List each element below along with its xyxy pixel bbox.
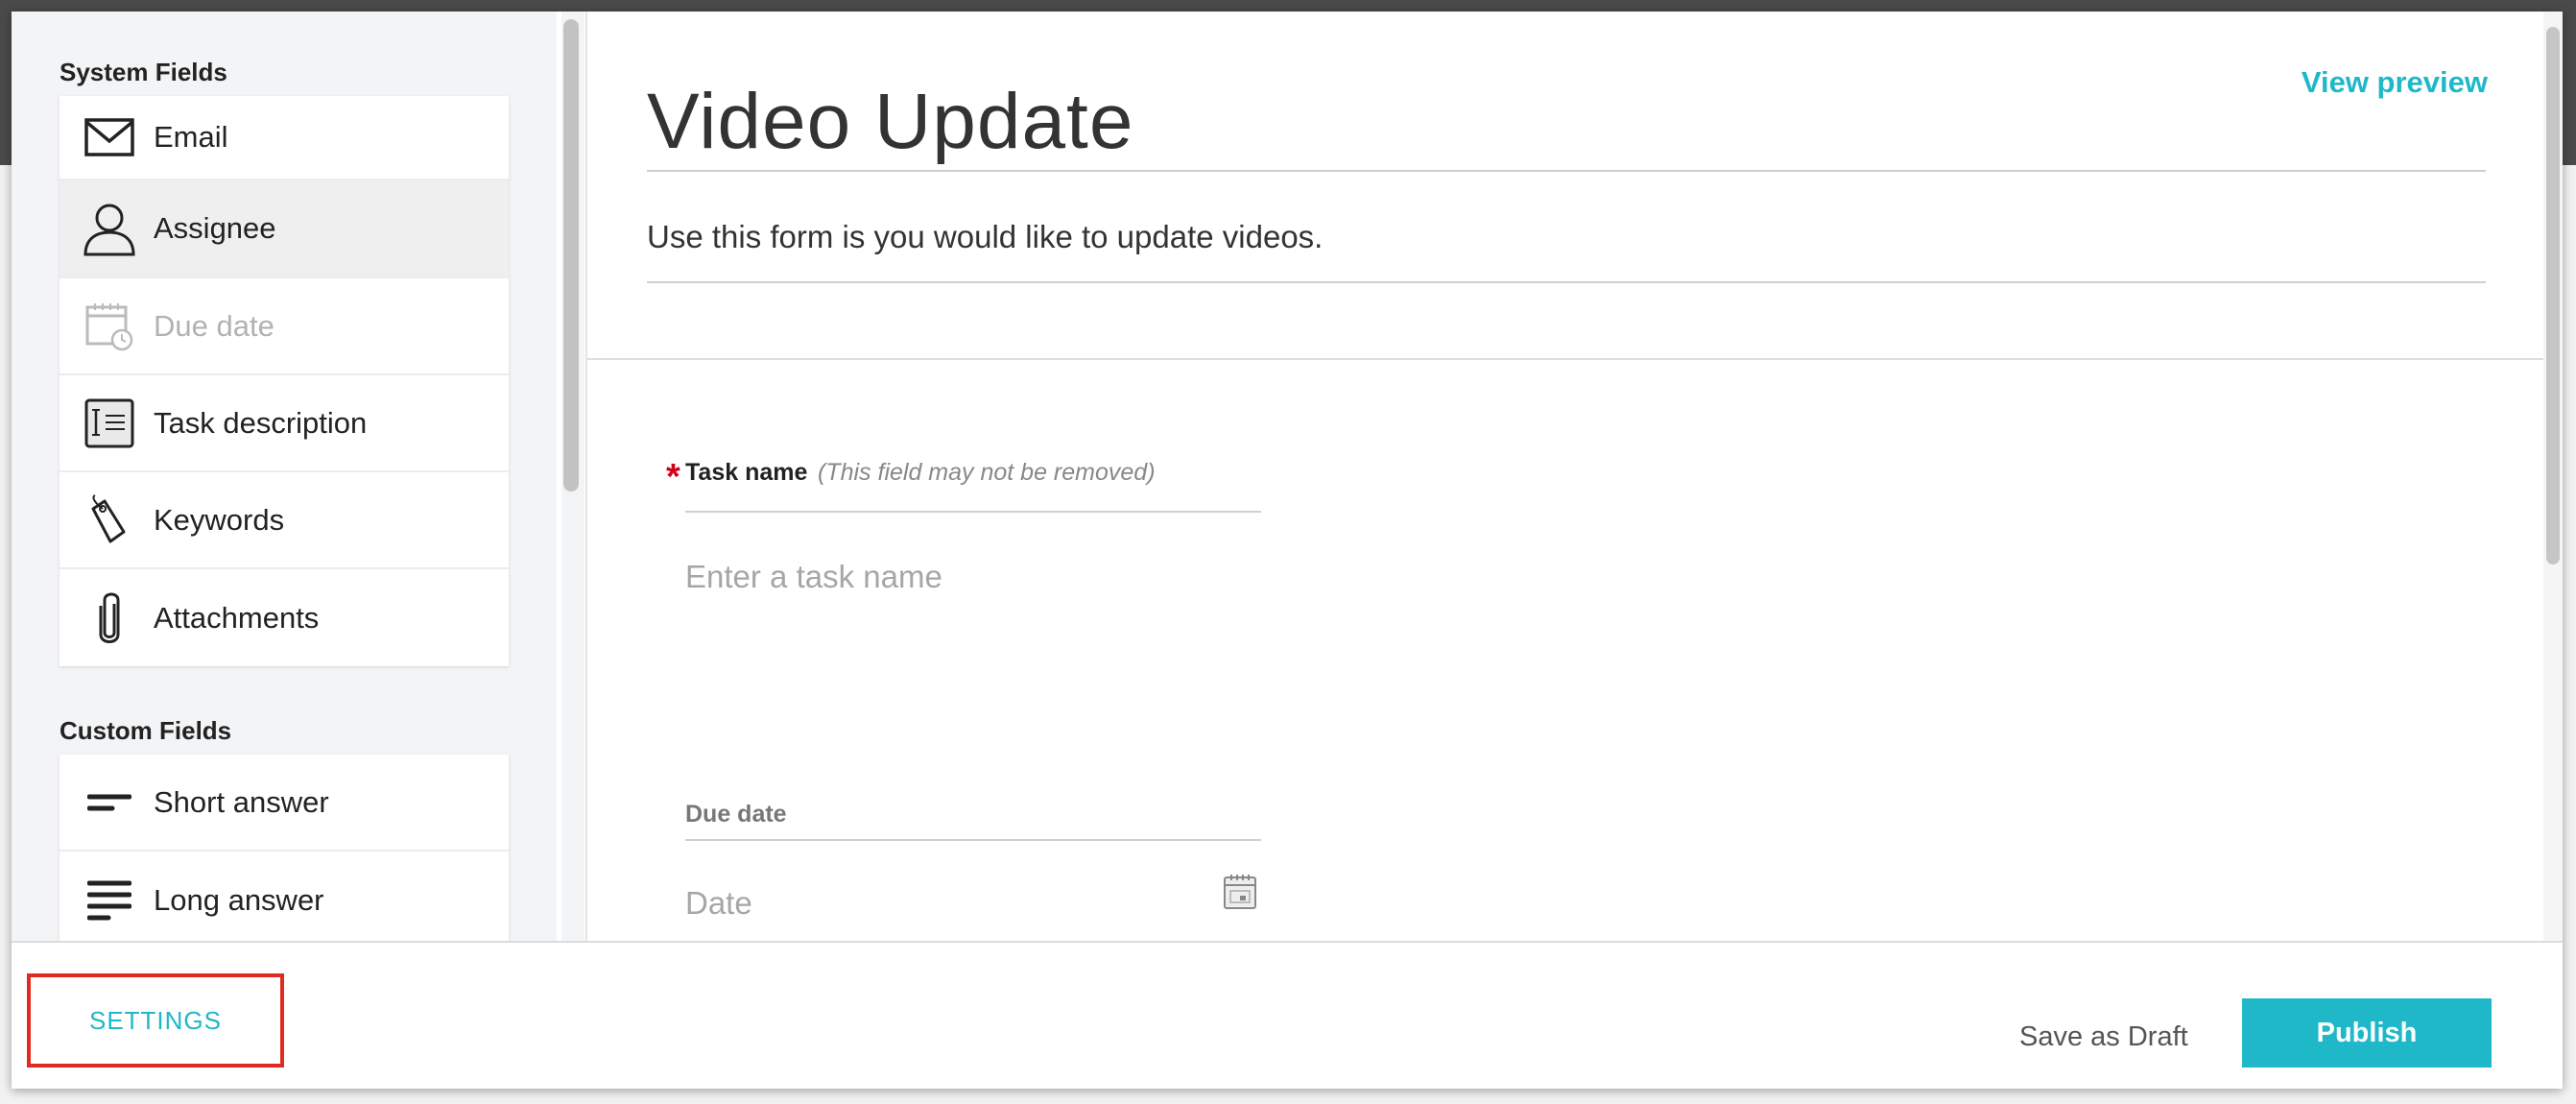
publish-button[interactable]: Publish <box>2242 998 2492 1068</box>
divider <box>587 358 2545 360</box>
sidebar-scrollbar-thumb[interactable] <box>563 19 579 492</box>
task-name-note: (This field may not be removed) <box>818 459 1156 486</box>
sidebar-item-assignee[interactable]: Assignee <box>60 180 509 278</box>
text-block-icon <box>83 396 136 450</box>
task-name-label: Task name <box>685 459 808 486</box>
long-lines-icon <box>83 874 136 927</box>
sidebar-item-email[interactable]: Email <box>60 96 509 180</box>
sidebar-item-label: Email <box>154 120 228 154</box>
sidebar-item-due-date[interactable]: Due date <box>60 278 509 375</box>
view-preview-link[interactable]: View preview <box>2302 65 2488 100</box>
sidebar-item-label: Short answer <box>154 784 329 819</box>
sidebar-item-keywords[interactable]: Keywords <box>60 472 509 569</box>
sidebar-item-long-answer[interactable]: Long answer <box>60 852 509 941</box>
custom-fields-list: Short answer Long answer <box>60 755 509 941</box>
form-canvas: Video Update View preview Use this form … <box>585 12 2545 941</box>
divider <box>685 839 1261 841</box>
custom-fields-title: Custom Fields <box>60 716 232 745</box>
sidebar-item-label: Due date <box>154 308 274 343</box>
sidebar-item-short-answer[interactable]: Short answer <box>60 755 509 852</box>
form-builder-modal: System Fields Email Assignee Due date Ta… <box>12 12 2563 1089</box>
system-fields-title: System Fields <box>60 58 227 86</box>
divider <box>647 170 2486 172</box>
calendar-icon[interactable] <box>1223 873 1257 911</box>
main-scrollbar-thumb[interactable] <box>2546 27 2560 564</box>
tag-icon <box>83 493 136 547</box>
sidebar-item-label: Attachments <box>154 600 320 635</box>
sidebar-item-label: Long answer <box>154 882 324 917</box>
person-icon <box>83 202 136 256</box>
divider <box>647 281 2486 283</box>
due-date-input[interactable]: Date <box>685 885 752 922</box>
sidebar-item-attachments[interactable]: Attachments <box>60 569 509 666</box>
task-name-input[interactable]: Enter a task name <box>685 559 942 595</box>
paperclip-icon <box>83 591 136 645</box>
sidebar-item-label: Keywords <box>154 502 285 537</box>
modal-footer: SETTINGS Save as Draft Publish <box>12 941 2563 1089</box>
form-title[interactable]: Video Update <box>647 77 1133 167</box>
short-lines-icon <box>83 776 136 829</box>
calendar-icon <box>83 300 136 353</box>
settings-button[interactable]: SETTINGS <box>31 977 280 1064</box>
sidebar-item-label: Task description <box>154 405 368 440</box>
sidebar-item-label: Assignee <box>154 211 276 245</box>
save-draft-button[interactable]: Save as Draft <box>2019 1021 2188 1053</box>
sidebar-item-task-description[interactable]: Task description <box>60 375 509 472</box>
due-date-label: Due date <box>685 801 787 828</box>
divider <box>685 511 1261 513</box>
envelope-icon <box>83 110 136 164</box>
system-fields-list: Email Assignee Due date Task description <box>60 96 509 666</box>
form-description[interactable]: Use this form is you would like to updat… <box>647 219 1323 255</box>
fields-sidebar: System Fields Email Assignee Due date Ta… <box>12 12 557 941</box>
required-mark: * <box>666 457 680 497</box>
